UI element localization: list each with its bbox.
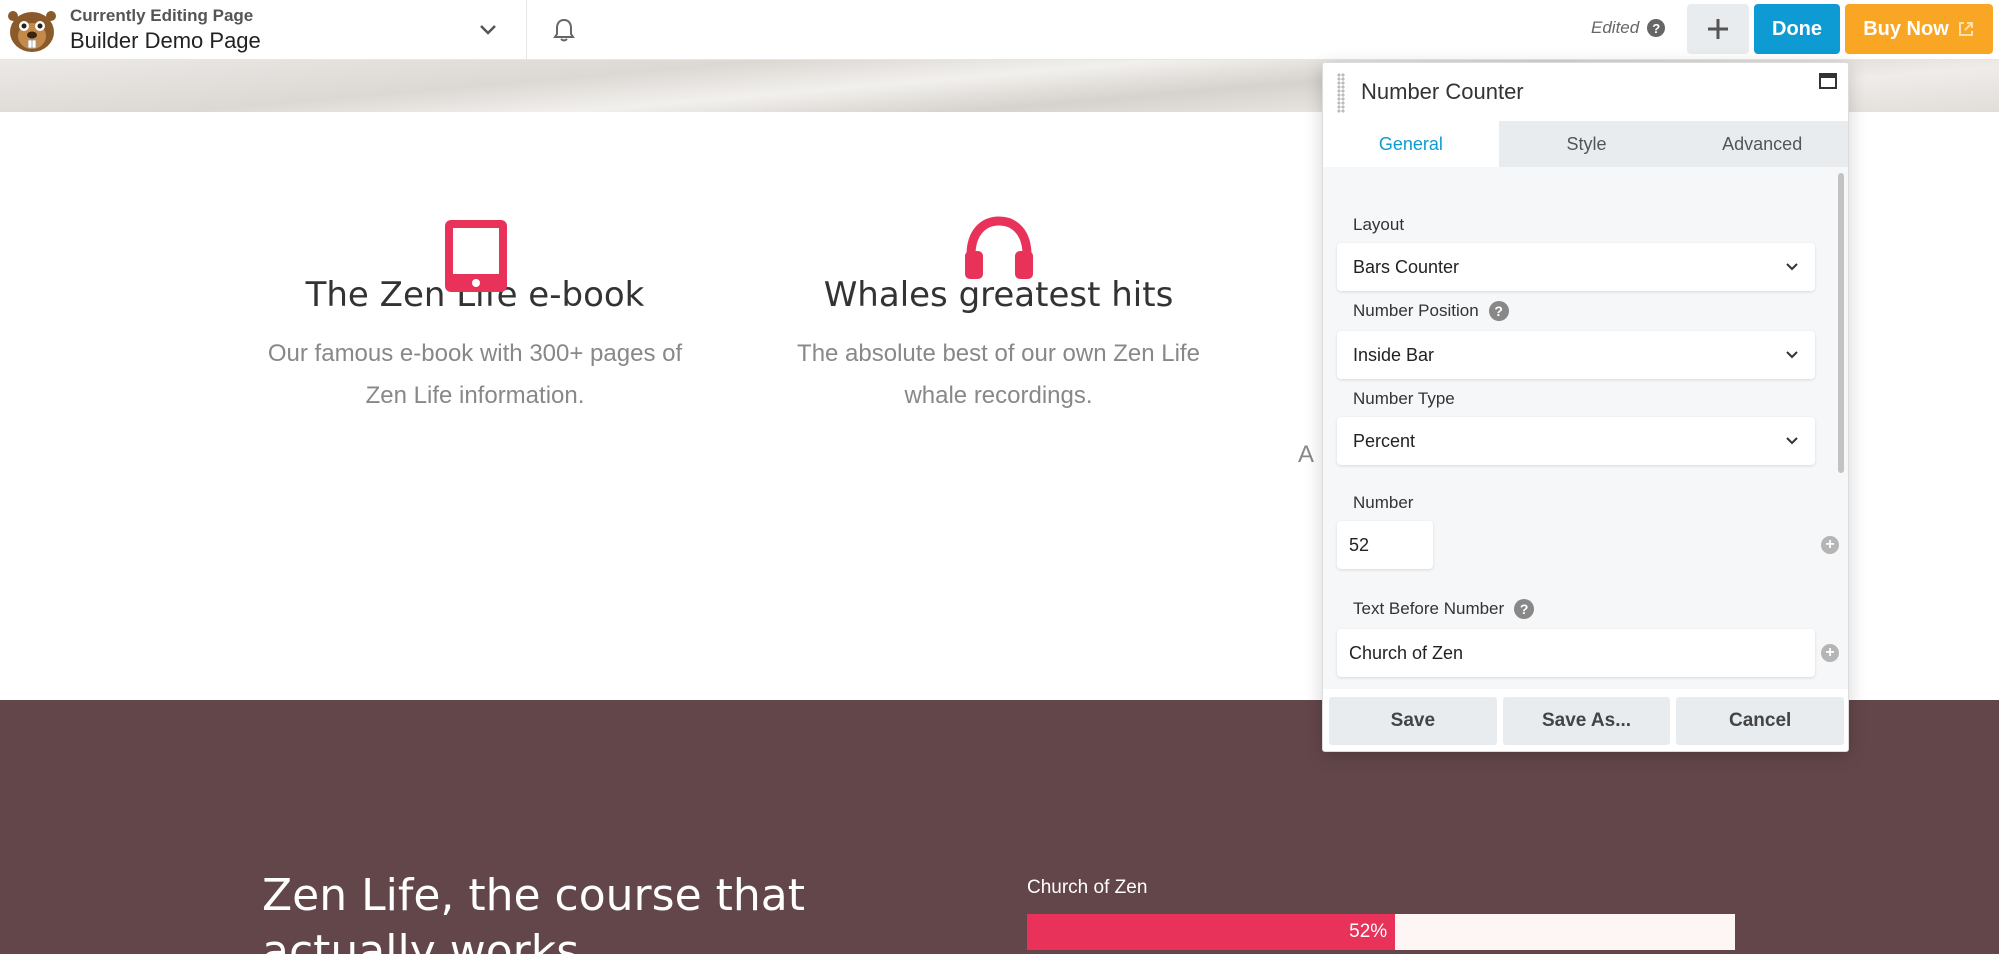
external-link-icon (1958, 22, 1973, 36)
edited-label: Edited (1591, 18, 1640, 37)
page-menu-chevron-button[interactable] (472, 14, 504, 46)
text-before-number-input[interactable] (1337, 629, 1815, 677)
number-position-label-text: Number Position (1353, 301, 1479, 320)
bar-counter-track: 52% (1027, 914, 1735, 950)
drag-handle-icon[interactable] (1337, 73, 1345, 113)
number-type-label: Number Type (1353, 389, 1455, 409)
headphones-icon (965, 216, 1033, 279)
add-connection-plus-icon[interactable]: + (1821, 536, 1839, 554)
done-button[interactable]: Done (1754, 4, 1840, 54)
feature-whales: Whales greatest hits The absolute best o… (770, 216, 1227, 417)
number-counter-settings-panel: Number Counter General Style Advanced La… (1322, 62, 1849, 752)
edited-help-icon[interactable]: ? (1647, 19, 1666, 37)
help-icon[interactable]: ? (1514, 599, 1535, 619)
save-as-button[interactable]: Save As... (1502, 697, 1671, 745)
beaver-logo-icon (4, 4, 60, 54)
currently-editing-label: Currently Editing Page (70, 6, 254, 25)
chevron-down-icon (1786, 263, 1798, 271)
buy-now-button[interactable]: Buy Now (1845, 4, 1993, 54)
layout-label-text: Layout (1353, 215, 1405, 234)
edited-status: Edited ? (1591, 18, 1666, 38)
chevron-down-icon (1786, 437, 1798, 445)
number-label-text: Number (1353, 493, 1414, 512)
panel-title: Number Counter (1361, 79, 1524, 104)
panel-body: Layout Bars Counter Number Position ? In… (1323, 167, 1848, 689)
top-bar: Currently Editing Page Builder Demo Page… (0, 0, 1999, 60)
chevron-down-icon (1786, 351, 1798, 359)
tab-style[interactable]: Style (1499, 121, 1675, 167)
add-connection-plus-icon[interactable]: + (1821, 644, 1839, 662)
bar-counter-label: Church of Zen (1027, 877, 1148, 898)
tablet-icon (445, 220, 507, 292)
feature-description: Our famous e-book with 300+ pages of Zen… (267, 340, 683, 409)
feature-description: The absolute best of our own Zen Life wh… (797, 340, 1200, 409)
plus-icon (1708, 19, 1728, 39)
text-before-number-label: Text Before Number ? (1353, 599, 1535, 619)
number-type-select[interactable]: Percent (1337, 417, 1815, 465)
tab-general[interactable]: General (1323, 121, 1499, 167)
course-title: Zen Life, the course that actually works (262, 870, 805, 954)
chevron-down-icon (480, 25, 496, 35)
tab-advanced[interactable]: Advanced (1674, 121, 1848, 167)
bar-counter-fill: 52% (1027, 914, 1396, 950)
bell-icon (553, 18, 575, 42)
maximize-icon[interactable] (1819, 73, 1837, 89)
layout-label: Layout (1353, 215, 1404, 235)
layout-select[interactable]: Bars Counter (1337, 243, 1815, 291)
help-icon[interactable]: ? (1488, 301, 1509, 321)
feature-partial-text: A (1298, 441, 1315, 468)
buy-now-label: Buy Now (1863, 17, 1949, 40)
panel-scrollbar[interactable] (1838, 173, 1844, 473)
panel-header: Number Counter (1323, 63, 1848, 121)
number-type-label-text: Number Type (1353, 389, 1455, 408)
number-label: Number (1353, 493, 1413, 513)
bar-counter-value: 52% (1349, 921, 1388, 942)
feature-ebook: The Zen Life e-book Our famous e-book wi… (255, 220, 695, 417)
number-type-value: Percent (1353, 430, 1416, 451)
panel-tabs: General Style Advanced (1323, 121, 1848, 167)
page-info: Currently Editing Page Builder Demo Page (70, 6, 261, 54)
add-content-button[interactable] (1687, 4, 1749, 54)
feature-title: Whales greatest hits (823, 275, 1174, 315)
page-name: Builder Demo Page (70, 28, 261, 53)
divider (526, 0, 527, 60)
panel-footer: Save Save As... Cancel (1323, 689, 1848, 751)
number-input[interactable] (1337, 521, 1433, 569)
notifications-button[interactable] (548, 14, 580, 46)
text-before-number-label-text: Text Before Number (1353, 599, 1505, 618)
number-position-label: Number Position ? (1353, 301, 1509, 321)
layout-value: Bars Counter (1353, 256, 1460, 277)
save-button[interactable]: Save (1329, 697, 1497, 745)
cancel-button[interactable]: Cancel (1676, 697, 1845, 745)
number-position-value: Inside Bar (1353, 344, 1435, 365)
number-position-select[interactable]: Inside Bar (1337, 331, 1815, 379)
